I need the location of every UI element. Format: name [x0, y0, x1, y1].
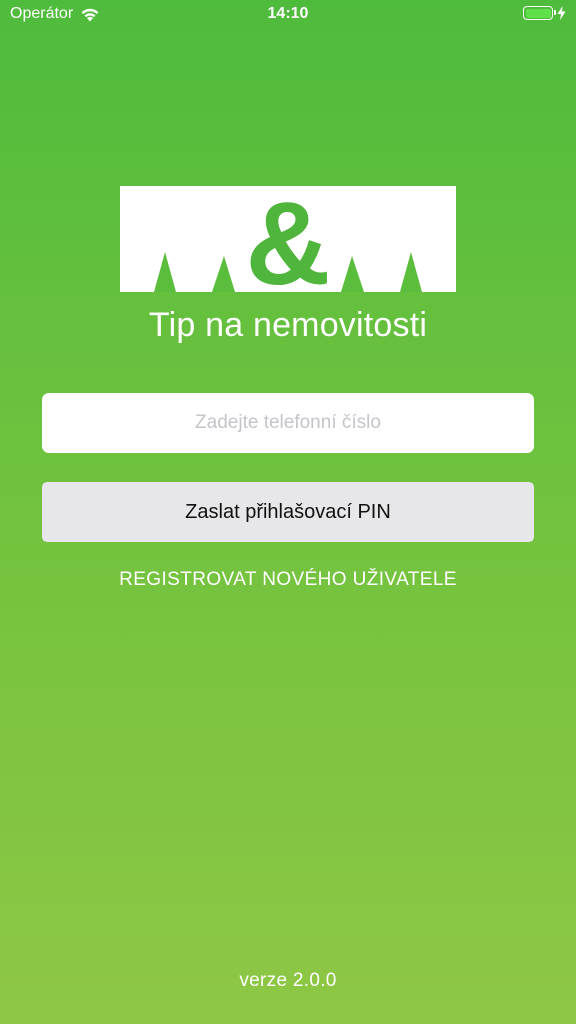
app-version: verze 2.0.0 — [239, 970, 337, 991]
logo-ampersand: & — [245, 186, 330, 292]
mm-logo: & — [120, 186, 456, 292]
battery-icon — [523, 6, 556, 20]
battery-level-fill — [525, 8, 551, 18]
battery-group — [523, 6, 566, 20]
phone-number-input[interactable] — [42, 393, 534, 453]
app-subtitle: Tip na nemovitosti — [148, 306, 428, 344]
charging-bolt-icon — [557, 6, 566, 20]
status-time: 14:10 — [267, 5, 309, 22]
send-pin-button[interactable]: Zaslat přihlašovací PIN — [42, 482, 534, 542]
register-new-user-link[interactable]: REGISTROVAT NOVÉHO UŽIVATELE — [0, 569, 576, 591]
status-bar: Operátor 14:10 — [0, 0, 576, 30]
